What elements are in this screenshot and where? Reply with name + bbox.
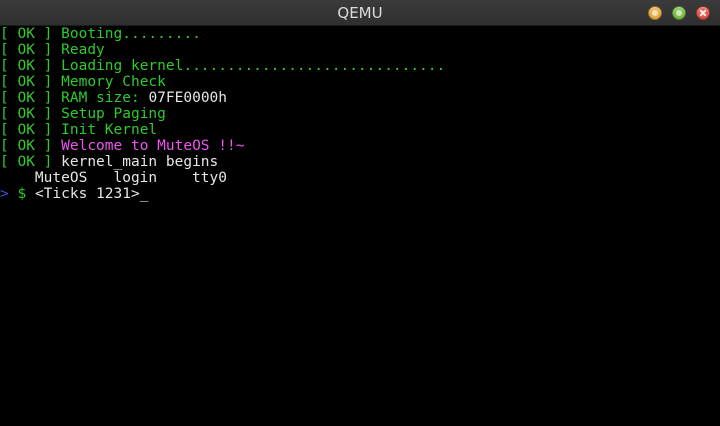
ok-status: [ OK ]: [0, 154, 53, 170]
login-line: MuteOS login tty0: [0, 170, 227, 186]
boot-message: kernel_main begins: [61, 154, 219, 170]
boot-line-ram-size: [ OK ] RAM size: 07FE0000h: [0, 90, 720, 106]
boot-line-init-kernel: [ OK ] Init Kernel: [0, 122, 720, 138]
ok-status: [ OK ]: [0, 42, 53, 58]
boot-message: Booting.........: [61, 26, 201, 42]
ok-status: [ OK ]: [0, 122, 53, 138]
boot-line-welcome: [ OK ] Welcome to MuteOS !!~: [0, 138, 720, 154]
prompt-arrow-icon: >: [0, 186, 9, 202]
prompt-ticks: <Ticks 1231>: [34, 186, 140, 202]
boot-message: RAM size:: [61, 90, 149, 106]
maximize-button[interactable]: [672, 6, 686, 20]
boot-line-setup-paging: [ OK ] Setup Paging: [0, 106, 720, 122]
prompt-dollar: $: [17, 186, 27, 202]
boot-line-booting: [ OK ] Booting.........: [0, 26, 720, 42]
boot-message: Ready: [61, 42, 105, 58]
ok-status: [ OK ]: [0, 74, 53, 90]
welcome-message: Welcome to MuteOS !!~: [61, 138, 245, 154]
ram-size-value: 07FE0000h: [148, 90, 228, 106]
terminal-screen[interactable]: [ OK ] Booting......... [ OK ] Ready [ O…: [0, 26, 720, 426]
qemu-window: QEMU [ OK ] Booting......... [ OK ] Read…: [0, 0, 720, 426]
ok-status: [ OK ]: [0, 138, 53, 154]
shell-prompt[interactable]: > $ <Ticks 1231>_: [0, 186, 720, 202]
minimize-button[interactable]: [648, 6, 662, 20]
ok-status: [ OK ]: [0, 58, 53, 74]
minimize-icon: [652, 10, 658, 16]
ok-status: [ OK ]: [0, 106, 53, 122]
window-title: QEMU: [337, 4, 383, 22]
ok-status: [ OK ]: [0, 26, 53, 42]
boot-message: Setup Paging: [61, 106, 166, 122]
boot-message: Loading kernel..........................…: [61, 58, 446, 74]
maximize-icon: [676, 10, 682, 16]
title-bar[interactable]: QEMU: [0, 0, 720, 26]
boot-line-kernel-main: [ OK ] kernel_main begins: [0, 154, 720, 170]
text-cursor: _: [139, 186, 149, 202]
boot-line-ready: [ OK ] Ready: [0, 42, 720, 58]
boot-message: Init Kernel: [61, 122, 158, 138]
close-button[interactable]: [696, 6, 710, 20]
boot-line-loading-kernel: [ OK ] Loading kernel...................…: [0, 58, 720, 74]
boot-line-memory-check: [ OK ] Memory Check: [0, 74, 720, 90]
ok-status: [ OK ]: [0, 90, 53, 106]
close-icon: [697, 7, 709, 19]
boot-message: Memory Check: [61, 74, 166, 90]
